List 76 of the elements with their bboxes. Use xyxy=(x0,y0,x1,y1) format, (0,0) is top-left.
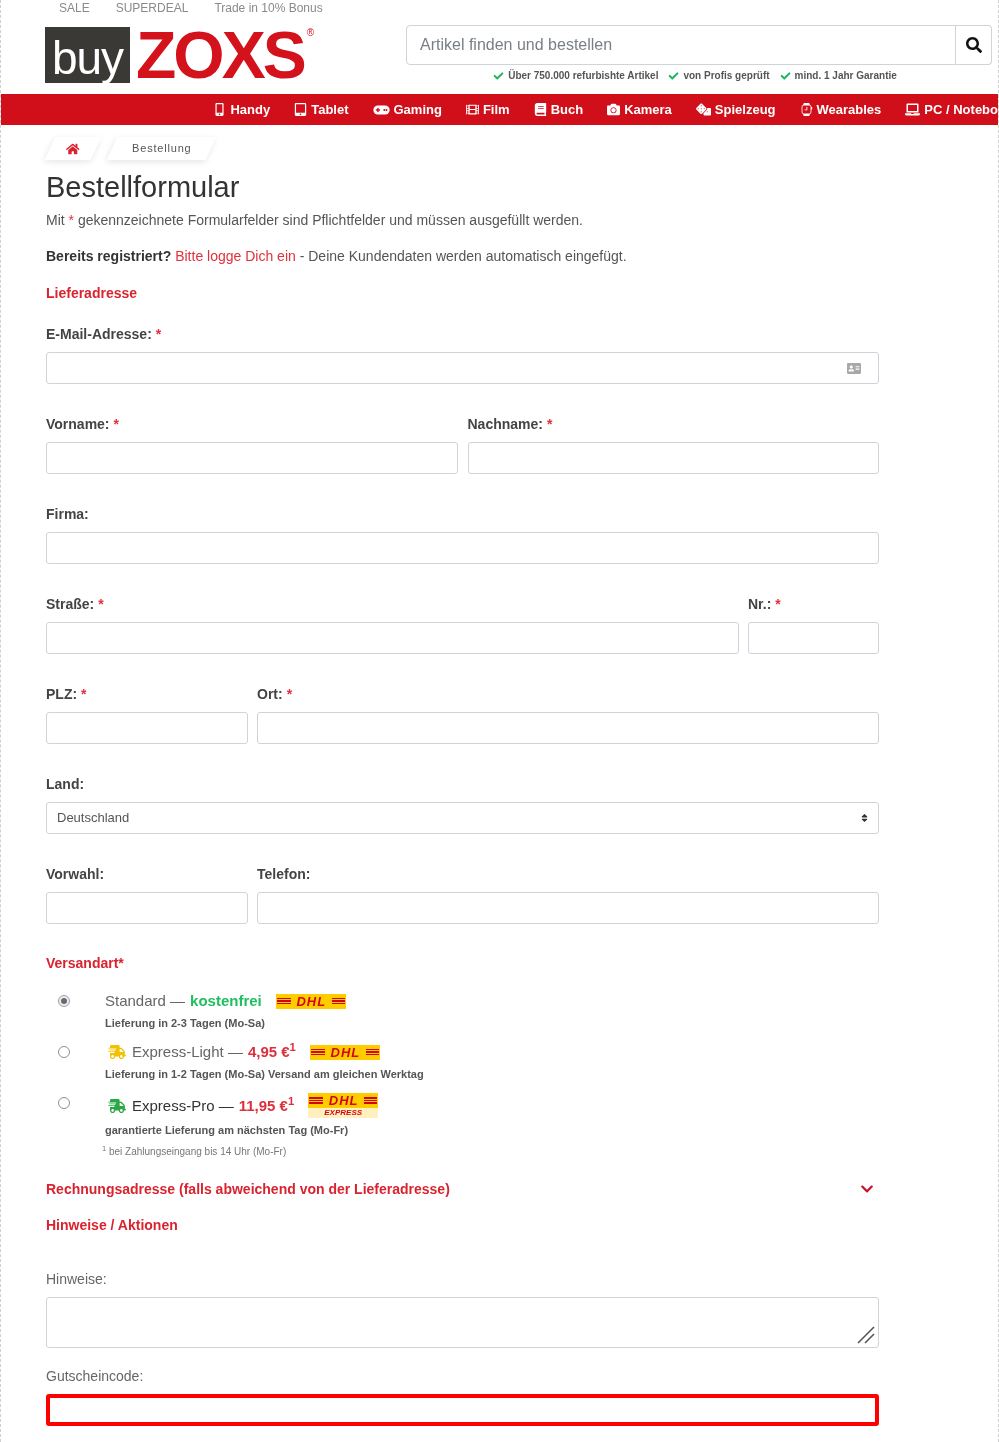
site-logo[interactable]: buy ZOXS® xyxy=(45,25,315,83)
option-name: Standard — xyxy=(105,991,186,1011)
nav-link[interactable]: Tablet xyxy=(294,99,349,120)
breadcrumb-item: Bestellung xyxy=(106,137,217,160)
login-hint: Bereits registriert? Bitte logge Dich ein - Deine Kundendaten werden automatisch eingefügt. xyxy=(46,247,628,266)
section-heading: Hinweise / Aktionen xyxy=(46,1216,179,1235)
carrier-logo: DHL xyxy=(309,1044,380,1060)
nav-link[interactable]: Buch xyxy=(533,99,584,120)
section-heading: Lieferadresse xyxy=(46,284,139,303)
check-icon xyxy=(668,71,680,81)
delivery-time: Lieferung in 1-2 Tagen (Mo-Sa) Versand am gleichen Werktag xyxy=(105,1067,424,1081)
check-icon xyxy=(779,71,791,81)
textarea-field[interactable] xyxy=(46,1297,879,1348)
field-label: Ort: * xyxy=(257,685,294,703)
delivery-time: Lieferung in 2-3 Tagen (Mo-Sa) xyxy=(105,1016,266,1030)
film-icon xyxy=(465,103,479,116)
required-fields-hint: Mit * gekennzeichnete Formularfelder sind Pflichtfelder und müssen ausgefüllt werden. xyxy=(46,211,584,230)
top-link[interactable]: SALE xyxy=(59,0,90,17)
home-icon xyxy=(66,142,80,155)
field-label: Straße: * xyxy=(46,595,105,613)
billing-address-toggle[interactable]: Rechnungsadresse (falls abweichend von der Lieferadresse) xyxy=(46,1179,879,1199)
radio-button[interactable] xyxy=(58,995,70,1007)
option-price: 11,95 €$^{1}$ xyxy=(238,1095,295,1116)
usp-text: mind. 1 Jahr Garantie xyxy=(794,70,897,82)
option-price: kostenfrei xyxy=(190,991,262,1011)
field-label: Land: xyxy=(46,775,86,793)
gamepad-icon xyxy=(372,104,390,115)
resize-handle-icon[interactable] xyxy=(857,1326,875,1344)
search-button[interactable] xyxy=(956,25,992,65)
field-label: Nachname: * xyxy=(467,415,554,433)
usp-text: von Profis geprüft xyxy=(683,70,770,82)
carrier-logo: DHL EXPRESS xyxy=(308,1093,379,1118)
option-name: Express-Light — xyxy=(132,1042,243,1062)
field-label: Vorname: * xyxy=(46,415,120,433)
option-name: Express-Pro — xyxy=(132,1095,234,1116)
field-label: Hinweise: xyxy=(46,1270,108,1288)
nav-link[interactable]: Spielzeug xyxy=(695,99,776,120)
home-link[interactable] xyxy=(44,137,102,160)
nav-link[interactable]: Gaming xyxy=(372,99,442,120)
dice-icon xyxy=(695,103,711,116)
option-price: 4,95 €$^{1}$ xyxy=(247,1042,296,1062)
search-icon xyxy=(965,37,982,53)
field-label: PLZ: * xyxy=(46,685,88,703)
nav-link[interactable]: PC / Notebo xyxy=(905,99,998,120)
country-select[interactable]: Deutschland xyxy=(46,802,879,834)
section-heading: Versandart* xyxy=(46,954,125,973)
field-label: Firma: xyxy=(46,505,90,523)
laptop-icon xyxy=(905,103,921,116)
field-label: Gutscheincode: xyxy=(46,1367,145,1385)
search-field[interactable]: Artikel finden und bestellen xyxy=(406,25,956,65)
top-link[interactable]: Trade in 10% Bonus xyxy=(214,0,323,17)
sort-arrows-icon xyxy=(861,813,868,823)
check-icon xyxy=(493,71,505,81)
field-label: E-Mail-Adresse: * xyxy=(46,325,163,343)
radio-button[interactable] xyxy=(58,1097,70,1109)
usp-text: Über 750.000 refurbishte Artikel xyxy=(508,70,659,82)
radio-button[interactable] xyxy=(58,1046,70,1058)
phone-icon xyxy=(213,103,227,116)
nav-link[interactable]: Handy xyxy=(213,99,271,120)
field-label: Telefon: xyxy=(257,865,312,883)
shipping-footnote: $^{1}$ bei Zahlungseingang bis 14 Uhr (Mo-Fr) xyxy=(101,1146,288,1158)
book-icon xyxy=(533,103,547,116)
field-label: Nr.: * xyxy=(748,595,782,613)
top-link[interactable]: SUPERDEAL xyxy=(115,0,189,17)
nav-link[interactable]: Film xyxy=(465,99,510,120)
page-title: Bestellformular xyxy=(46,170,241,204)
nav-link[interactable]: Wearables xyxy=(799,99,882,120)
camera-icon xyxy=(607,103,621,116)
text-field[interactable] xyxy=(46,1394,879,1426)
delivery-time: garantierte Lieferung am nächsten Tag (Mo-Fr) xyxy=(105,1123,350,1137)
field-label: Vorwahl: xyxy=(46,865,106,883)
nav-link[interactable]: Kamera xyxy=(607,99,672,120)
login-link[interactable]: Bitte logge Dich ein xyxy=(175,248,296,264)
tablet-icon xyxy=(294,103,308,116)
carrier-logo: DHL xyxy=(275,993,346,1009)
smartwatch-icon xyxy=(799,103,813,116)
